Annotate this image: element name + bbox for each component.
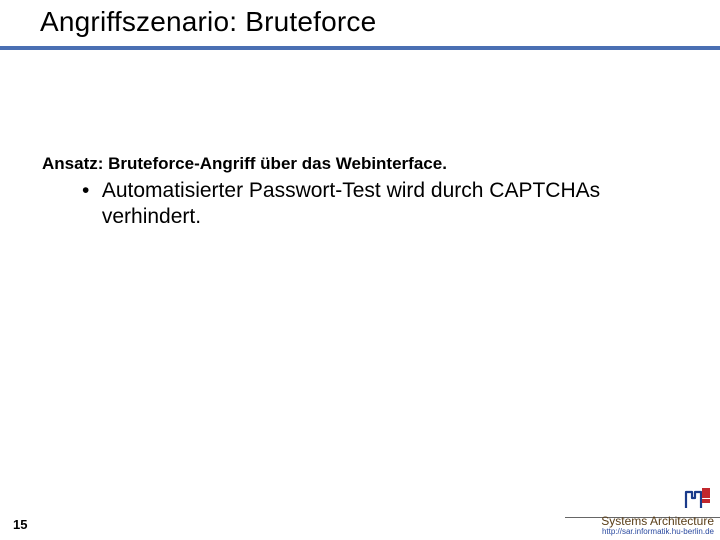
page-number: 15 bbox=[13, 517, 27, 532]
slide-title: Angriffszenario: Bruteforce bbox=[40, 6, 376, 38]
footer-department: Systems Architecture bbox=[601, 515, 714, 527]
bullet-item: • Automatisierter Passwort-Test wird dur… bbox=[82, 178, 642, 231]
title-underline bbox=[0, 46, 720, 50]
bullet-text: Automatisierter Passwort-Test wird durch… bbox=[102, 178, 632, 231]
ansatz-line: Ansatz: Bruteforce-Angriff über das Webi… bbox=[42, 154, 447, 174]
hu-logo-icon bbox=[682, 484, 712, 512]
slide: Angriffszenario: Bruteforce Ansatz: Brut… bbox=[0, 0, 720, 540]
footer: Systems Architecture http://sar.informat… bbox=[601, 515, 714, 536]
footer-url: http://sar.informatik.hu-berlin.de bbox=[601, 528, 714, 536]
bullet-marker: • bbox=[82, 178, 96, 204]
